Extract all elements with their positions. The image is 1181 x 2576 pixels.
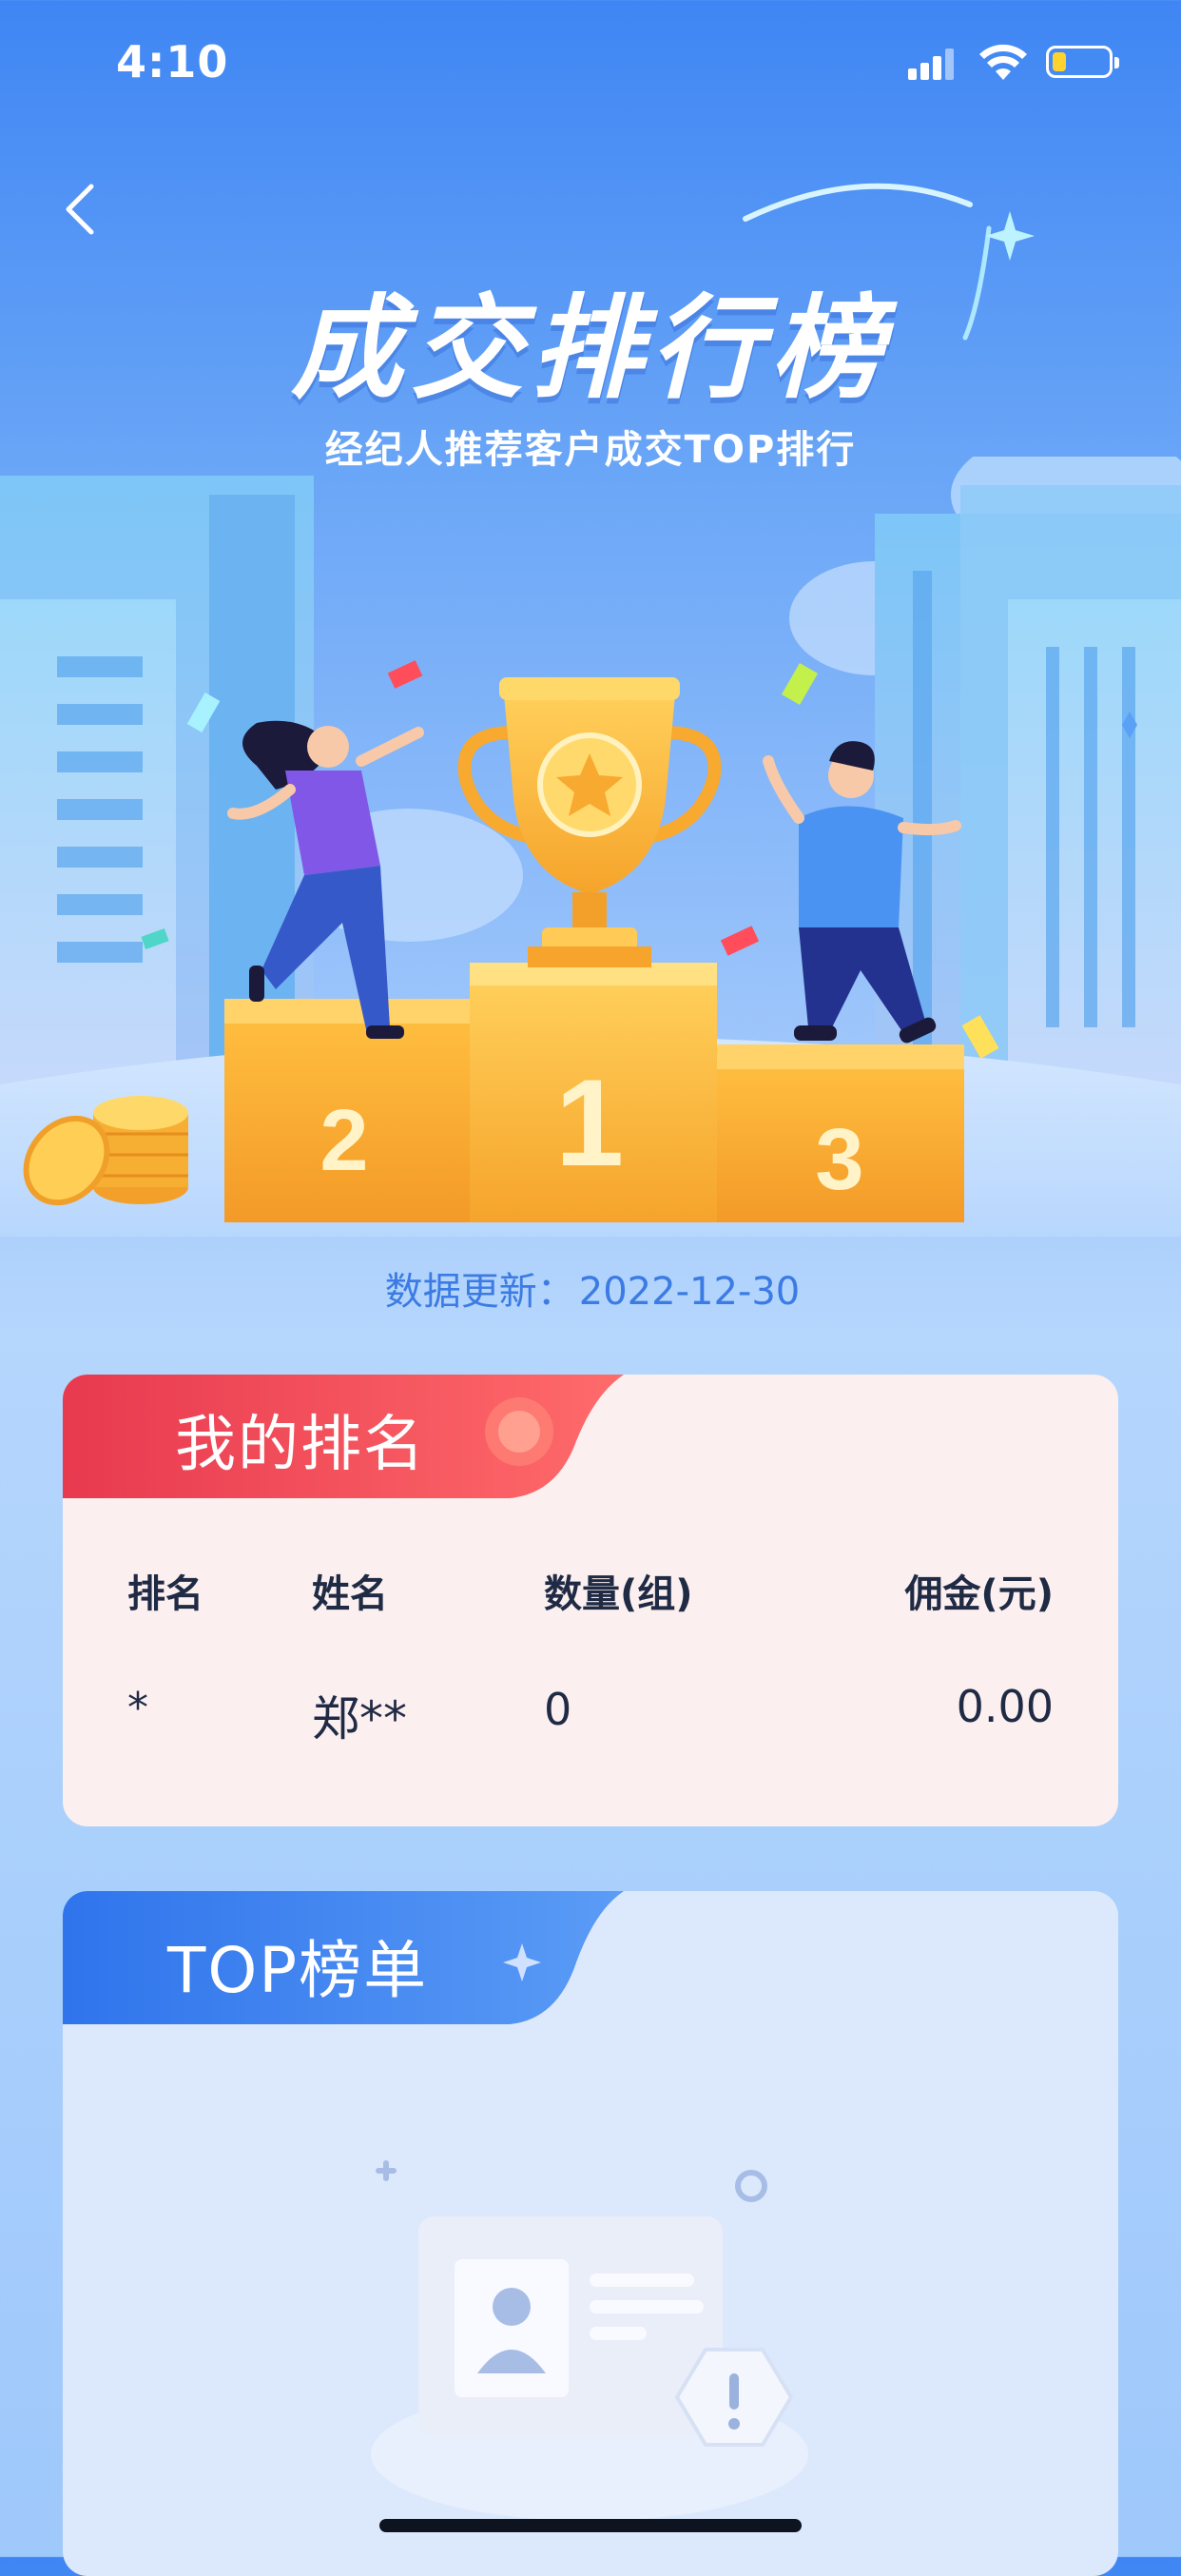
data-update-line: 数据更新： 2022-12-30 [0,1260,1181,1316]
cellular-signal-icon [908,48,959,80]
empty-state-illustration [371,2160,808,2521]
col-count: 数量(组) [544,1572,693,1616]
top-list-title: TOP榜单 [167,1934,429,2007]
update-date: 2022-12-30 [578,1270,801,1314]
cell-commission: 0.00 [956,1681,1054,1732]
status-time: 4:10 [116,36,229,88]
battery-icon [1046,46,1119,78]
home-indicator[interactable] [379,2519,802,2532]
my-rank-title: 我的排名 [175,1410,426,1480]
trophy-icon [457,677,722,967]
update-label: 数据更新： [384,1270,575,1314]
podium-2: 2 [319,1092,368,1189]
podium-3: 3 [815,1111,863,1208]
podium-illustration: 2 1 3 [0,457,1181,1237]
col-name: 姓名 [312,1572,388,1616]
hero-title: 成交排行榜 [290,283,890,414]
podium-1: 1 [555,1053,624,1192]
cell-count: 0 [544,1684,572,1735]
cell-name: 郑** [312,1691,407,1747]
cell-rank: * [127,1684,148,1732]
col-rank: 排名 [127,1572,203,1616]
wifi-icon [979,44,1027,80]
back-chevron-icon[interactable] [57,181,105,238]
col-commission: 佣金(元) [904,1572,1054,1616]
status-bar: 4:10 [0,0,1181,124]
my-rank-card: 我的排名 排名 姓名 数量(组) 佣金(元) * 郑** 0 0.00 [63,1375,1118,1826]
